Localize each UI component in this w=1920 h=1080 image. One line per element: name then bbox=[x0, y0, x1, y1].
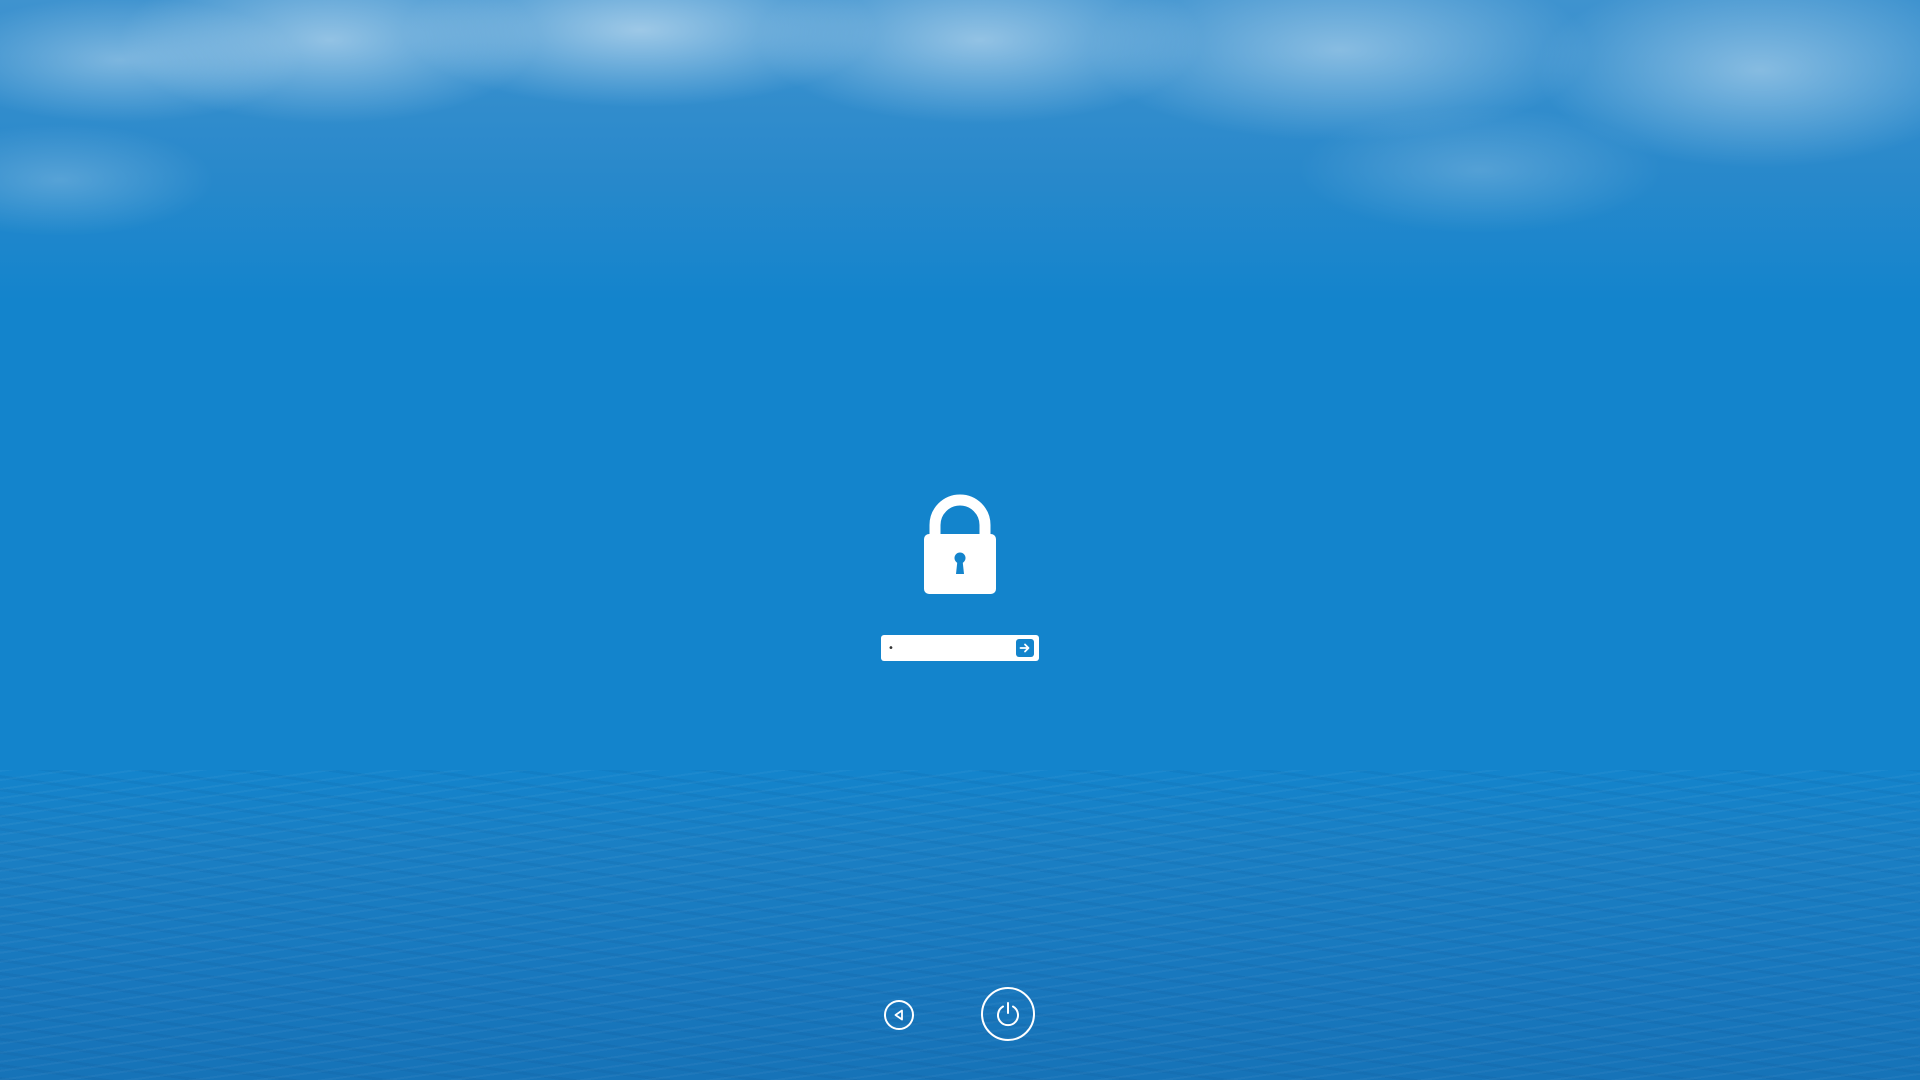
cloud-sky-background bbox=[0, 0, 1920, 300]
arrow-right-icon bbox=[1019, 643, 1030, 653]
back-button[interactable] bbox=[884, 1000, 914, 1030]
submit-button[interactable] bbox=[1016, 639, 1034, 657]
triangle-left-icon bbox=[894, 1009, 903, 1021]
password-input[interactable] bbox=[881, 636, 1016, 660]
password-box bbox=[881, 635, 1039, 661]
sea-background bbox=[0, 770, 1920, 1080]
power-icon bbox=[997, 1002, 1019, 1027]
power-button[interactable] bbox=[981, 987, 1035, 1041]
padlock-icon bbox=[924, 494, 996, 594]
lock-screen bbox=[0, 0, 1920, 1080]
